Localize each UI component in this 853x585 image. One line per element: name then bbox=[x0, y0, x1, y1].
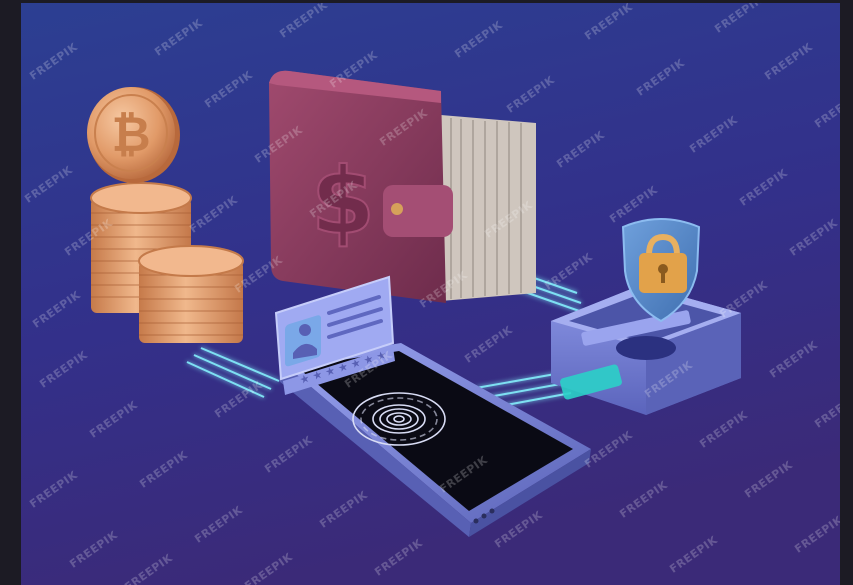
illustration-svg: ₿ $ ★ ★ ★ ★ ★ ★ ★ bbox=[21, 3, 840, 585]
dollar-icon: $ bbox=[311, 148, 375, 255]
image-frame: ₿ $ ★ ★ ★ ★ ★ ★ ★ FREEPIK FREEPIK FREEPI… bbox=[0, 0, 853, 585]
svg-text:₿: ₿ bbox=[111, 107, 150, 163]
illustration-scene: ₿ $ ★ ★ ★ ★ ★ ★ ★ FREEPIK FREEPIK FREEPI… bbox=[21, 3, 840, 585]
